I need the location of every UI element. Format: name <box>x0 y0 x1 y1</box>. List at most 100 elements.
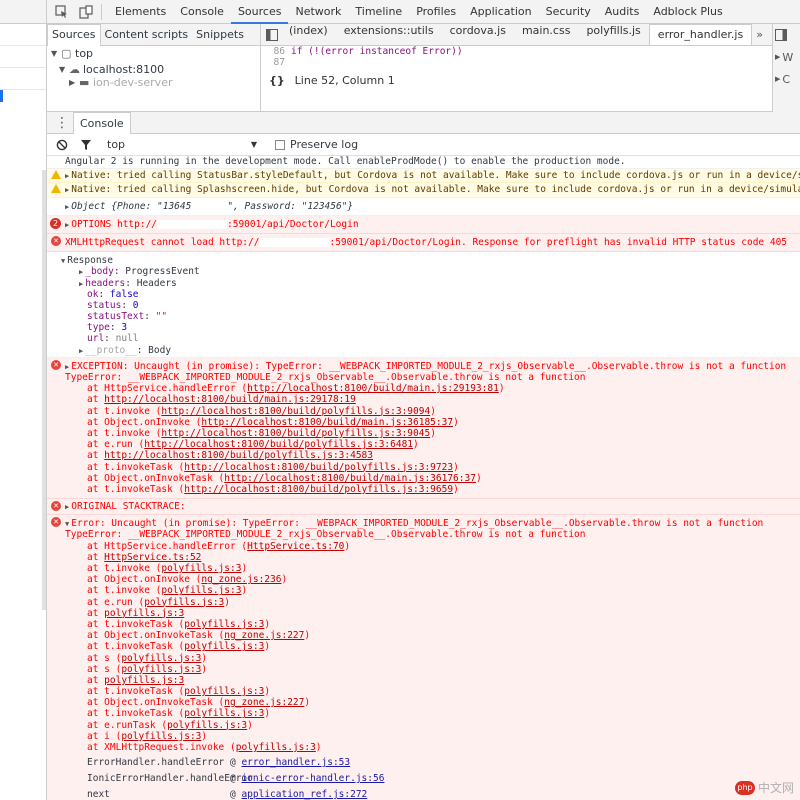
stack-frame: at t.invokeTask (http://localhost:8100/b… <box>65 484 796 495</box>
call-frame-source-link[interactable]: ionic-error-handler.js:56 <box>241 771 384 787</box>
console-warning-message[interactable]: ▶ Native: tried calling StatusBar.styleDe… <box>47 169 800 184</box>
frame-source-link[interactable]: ng_zone.js:227 <box>224 630 304 641</box>
frame-source-link[interactable]: polyfills.js:3 <box>121 664 201 675</box>
expand-triangle-icon: ▶ <box>65 202 70 211</box>
frame-source-link[interactable]: polyfills.js:3 <box>184 641 264 652</box>
navigator-pane: Sources Content scripts Snippets ▼ ▢ top… <box>47 23 261 112</box>
console-network-error[interactable]: 2 ▶ OPTIONS http://:59001/api/Doctor/Logi… <box>47 215 800 234</box>
more-tabs-icon[interactable]: » <box>756 28 763 41</box>
tab-timeline[interactable]: Timeline <box>348 0 409 24</box>
filter-icon[interactable] <box>77 137 95 153</box>
console-error-message[interactable]: ✕ ▶ ORIGINAL STACKTRACE: <box>47 499 800 516</box>
frame-source-link[interactable]: polyfills.js:3 <box>161 563 241 574</box>
file-tab-extensions-utils[interactable]: extensions::utils <box>336 24 442 45</box>
frame-source-link[interactable]: HttpService.ts:70 <box>247 541 344 552</box>
property-key: headers <box>85 277 126 289</box>
preserve-log-checkbox[interactable] <box>275 139 285 150</box>
frame-source-link[interactable]: http://localhost:8100/build/polyfills.js… <box>161 428 430 439</box>
file-tab-index[interactable]: (index) <box>281 24 336 45</box>
tab-console[interactable]: Console <box>173 0 231 24</box>
frame-source-link[interactable]: http://localhost:8100/build/main.js:3618… <box>201 417 453 428</box>
clear-console-icon[interactable] <box>53 137 71 153</box>
console-exception-message[interactable]: ✕ ▶ EXCEPTION: Uncaught (in promise): Typ… <box>47 357 800 500</box>
frame-source-link[interactable]: polyfills.js:3 <box>104 608 184 619</box>
property-key: ok <box>87 288 99 300</box>
page-strip-scrollbar[interactable] <box>42 170 46 610</box>
console-object-message[interactable]: ▶ Object {Phone: "13645 ", Password: "1234… <box>47 198 800 216</box>
tree-item-ion-dev-server[interactable]: ▶ ▬ ion-dev-server <box>47 78 260 88</box>
navigator-tab-sources[interactable]: Sources <box>47 23 101 46</box>
code-editor[interactable]: 86 if (!(error instanceof Error)) 87 <box>261 46 772 70</box>
stack-frame: at t.invoke (http://localhost:8100/build… <box>65 406 796 417</box>
stack-frame: at t.invoke (polyfills.js:3) <box>65 585 796 596</box>
frame-source-link[interactable]: polyfills.js:3 <box>167 720 247 731</box>
pretty-print-button[interactable]: {} <box>269 74 285 87</box>
frame-source-link[interactable]: polyfills.js:3 <box>184 686 264 697</box>
file-tab-polyfills-js[interactable]: polyfills.js <box>578 24 648 45</box>
tab-sources[interactable]: Sources <box>230 0 289 24</box>
tab-elements[interactable]: Elements <box>108 0 173 24</box>
frame-function: at Object.onInvokeTask ( <box>87 630 225 642</box>
frame-close: ) <box>453 416 459 428</box>
tab-profiles[interactable]: Profiles <box>409 0 463 24</box>
context-selector[interactable]: top ▼ <box>107 138 257 151</box>
frame-source-link[interactable]: http://localhost:8100/build/polyfills.js… <box>184 462 453 473</box>
stack-frame: at e.run (http://localhost:8100/build/po… <box>65 439 796 450</box>
frame-source-link[interactable]: ng_zone.js:236 <box>201 574 281 585</box>
frame-source-link[interactable]: polyfills.js:3 <box>161 585 241 596</box>
tab-application[interactable]: Application <box>463 0 538 24</box>
drawer-tab-console[interactable]: Console <box>73 111 131 134</box>
frame-close: ) <box>281 574 288 586</box>
frame-source-link[interactable]: polyfills.js:3 <box>121 731 201 742</box>
cursor-position: Line 52, Column 1 <box>294 73 395 87</box>
file-tab-main-css[interactable]: main.css <box>514 24 579 45</box>
frame-source-link[interactable]: http://localhost:8100/build/main.js:3617… <box>224 473 476 484</box>
frame-source-link[interactable]: http://localhost:8100/build/polyfills.js… <box>104 450 373 461</box>
tree-item-top[interactable]: ▼ ▢ top <box>47 46 260 62</box>
property-key: statusText <box>87 311 145 323</box>
frame-source-link[interactable]: http://localhost:8100/build/main.js:2917… <box>104 394 356 405</box>
frame-source-link[interactable]: polyfills.js:3 <box>184 619 264 630</box>
call-frame-row: next @ application_ref.js:272 <box>65 787 796 800</box>
navigator-tab-snippets[interactable]: Snippets <box>192 28 248 41</box>
call-frame-source-link[interactable]: error_handler.js:53 <box>241 755 350 771</box>
tab-security[interactable]: Security <box>539 0 598 24</box>
frame-source-link[interactable]: polyfills.js:3 <box>104 675 184 686</box>
frame-source-link[interactable]: http://localhost:8100/build/main.js:2919… <box>247 383 499 394</box>
frame-source-link[interactable]: HttpService.ts:52 <box>104 552 201 563</box>
frame-source-link[interactable]: polyfills.js:3 <box>184 708 264 719</box>
tab-audits[interactable]: Audits <box>598 0 647 24</box>
request-url-end[interactable]: :59001/api/Doctor/Login <box>227 219 359 230</box>
frame-source-link[interactable]: http://localhost:8100/build/polyfills.js… <box>161 406 430 417</box>
sidebar-section-callstack[interactable]: ▶ C <box>773 68 800 90</box>
repeat-count-badge: 2 <box>50 217 61 229</box>
console-response-object[interactable]: ▼ Response ▶ _body: ProgressEvent ▶ headers… <box>47 252 800 358</box>
frame-function: at t.invoke ( <box>87 405 162 417</box>
console-warning-message[interactable]: ▶ Native: tried calling Splashscreen.hide… <box>47 183 800 198</box>
toggle-navigator-icon[interactable] <box>263 27 281 43</box>
inspect-element-icon[interactable] <box>53 4 71 20</box>
stack-frame: at s (polyfills.js:3) <box>65 664 796 675</box>
file-tab-error-handler-js[interactable]: error_handler.js <box>648 24 753 45</box>
console-messages[interactable]: Angular 2 is running in the development … <box>47 155 800 800</box>
drawer-menu-icon[interactable]: ⋮ <box>53 115 71 131</box>
tab-adblock-plus[interactable]: Adblock Plus <box>646 0 729 24</box>
navigator-tab-content-scripts[interactable]: Content scripts <box>101 28 193 41</box>
device-toolbar-icon[interactable] <box>77 4 95 20</box>
frame-source-link[interactable]: ng_zone.js:227 <box>224 697 304 708</box>
tab-network[interactable]: Network <box>288 0 348 24</box>
frame-source-link[interactable]: http://localhost:8100/build/polyfills.js… <box>184 484 453 495</box>
frame-source-link[interactable]: http://localhost:8100/build/polyfills.js… <box>144 439 413 450</box>
frame-source-link[interactable]: polyfills.js:3 <box>236 742 316 753</box>
frame-source-link[interactable]: polyfills.js:3 <box>144 597 224 608</box>
console-error-message[interactable]: ✕ ▼ Error: Uncaught (in promise): TypeErr… <box>47 515 800 800</box>
frame-source-link[interactable]: polyfills.js:3 <box>121 653 201 664</box>
sidebar-section-watch[interactable]: ▶ W <box>773 46 800 68</box>
tree-item-localhost[interactable]: ▼ ☁ localhost:8100 <box>47 62 260 78</box>
call-frame-source-link[interactable]: application_ref.js:272 <box>241 787 367 800</box>
call-stack-frames: ErrorHandler.handleError @ error_handler.… <box>65 755 796 800</box>
file-tab-cordova-js[interactable]: cordova.js <box>442 24 514 45</box>
message-text: ORIGINAL STACKTRACE: <box>71 501 186 513</box>
frame-close: ) <box>224 596 231 608</box>
sidebar-toggle[interactable] <box>773 24 800 46</box>
